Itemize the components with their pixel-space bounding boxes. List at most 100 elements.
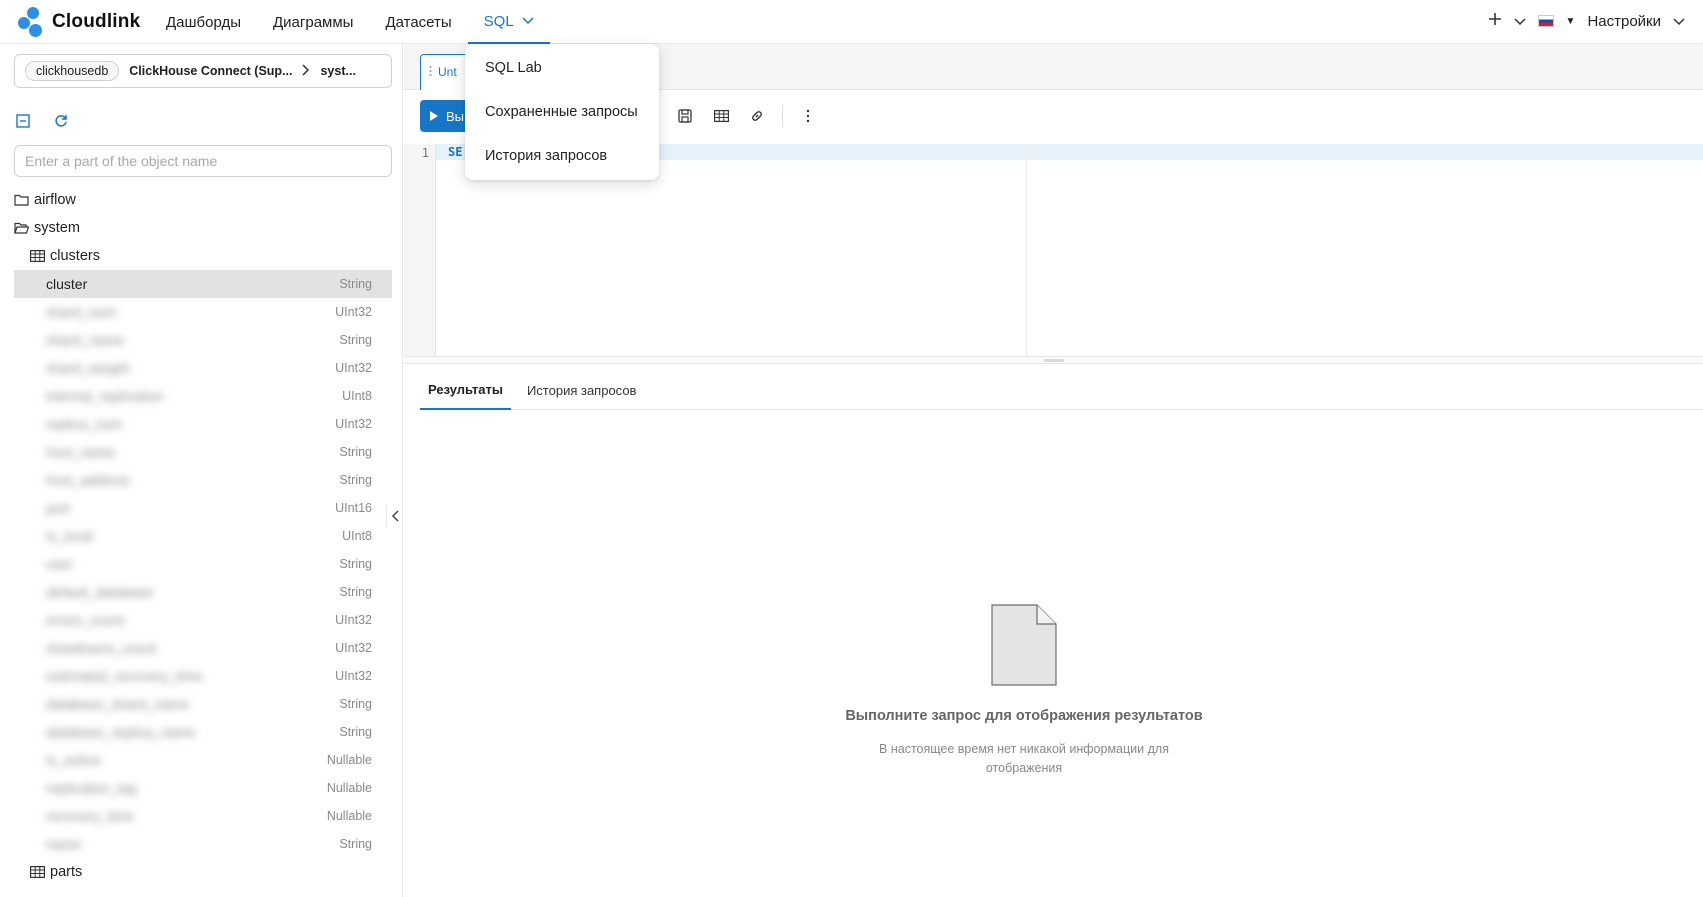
column-name: is_local bbox=[46, 528, 93, 544]
column-row[interactable]: host_address String bbox=[14, 466, 392, 494]
tab-query-history-label: История запросов bbox=[526, 382, 637, 398]
column-type: String bbox=[339, 445, 372, 459]
nav-datasets-label: Датасеты bbox=[385, 13, 452, 31]
column-type: String bbox=[339, 277, 372, 291]
column-row[interactable]: default_database String bbox=[14, 578, 392, 606]
empty-description: В настоящее время нет никакой информации… bbox=[879, 742, 1169, 775]
column-name: database_shard_name bbox=[46, 696, 190, 712]
column-name: recovery_time bbox=[46, 808, 134, 824]
tree-item-label: clusters bbox=[50, 248, 100, 264]
column-type: String bbox=[339, 473, 372, 487]
nav-datasets[interactable]: Датасеты bbox=[369, 0, 467, 44]
column-row[interactable]: database_replica_name String bbox=[14, 718, 392, 746]
brand-logo[interactable]: Cloudlink bbox=[18, 4, 140, 40]
column-name: replication_lag bbox=[46, 780, 137, 796]
caret-down-icon[interactable]: ▼ bbox=[1566, 16, 1576, 27]
schema-tree: airflow system clusters cluster String sh… bbox=[14, 186, 392, 886]
column-row[interactable]: cluster String bbox=[14, 270, 392, 298]
settings-menu[interactable]: Настройки bbox=[1587, 13, 1661, 30]
column-row[interactable]: internal_replication UInt8 bbox=[14, 382, 392, 410]
column-row[interactable]: database_shard_name String bbox=[14, 690, 392, 718]
editor-results-splitter[interactable] bbox=[404, 356, 1703, 364]
tab-query-history[interactable]: История запросов bbox=[519, 370, 645, 410]
cloudlink-logo-icon bbox=[18, 7, 46, 37]
refresh-icon[interactable] bbox=[52, 112, 70, 130]
chevron-left-icon bbox=[391, 510, 399, 522]
tree-item-system[interactable]: system bbox=[14, 214, 392, 242]
column-row[interactable]: port UInt16 bbox=[14, 494, 392, 522]
column-name: shard_num bbox=[46, 304, 117, 320]
tab-results-label: Результаты bbox=[428, 381, 503, 397]
tree-item-airflow[interactable]: airflow bbox=[14, 186, 392, 214]
tree-item-clusters[interactable]: clusters bbox=[14, 242, 392, 270]
column-name: default_database bbox=[46, 584, 154, 600]
column-row[interactable]: shard_weight UInt32 bbox=[14, 354, 392, 382]
results-tabs: Результаты История запросов bbox=[420, 370, 1703, 410]
database-selector[interactable]: clickhousedb ClickHouse Connect (Sup... … bbox=[14, 54, 392, 88]
tab-results[interactable]: Результаты bbox=[420, 370, 511, 410]
object-search-input[interactable] bbox=[14, 145, 392, 177]
folder-icon bbox=[14, 194, 30, 206]
column-name: is_active bbox=[46, 752, 101, 768]
sidebar-tools bbox=[14, 112, 70, 130]
add-icon[interactable] bbox=[1488, 12, 1502, 30]
empty-results-state: Выполните запрос для отображения результ… bbox=[804, 604, 1244, 778]
column-name: host_name bbox=[46, 444, 116, 460]
chevron-down-icon bbox=[522, 14, 534, 28]
column-row[interactable]: replica_num UInt32 bbox=[14, 410, 392, 438]
chevron-down-icon[interactable] bbox=[1514, 13, 1526, 30]
menu-item-saved-queries[interactable]: Сохраненные запросы bbox=[465, 90, 659, 134]
link-icon[interactable] bbox=[746, 105, 768, 127]
column-name: port bbox=[46, 500, 71, 516]
table-icon[interactable] bbox=[710, 105, 732, 127]
nav-charts[interactable]: Диаграммы bbox=[257, 0, 369, 44]
column-row[interactable]: errors_count UInt32 bbox=[14, 606, 392, 634]
tree-item-label: airflow bbox=[34, 192, 76, 208]
column-row[interactable]: estimated_recovery_time UInt32 bbox=[14, 662, 392, 690]
russian-flag-icon[interactable] bbox=[1537, 15, 1554, 27]
column-type: UInt32 bbox=[335, 641, 372, 655]
column-type: String bbox=[339, 697, 372, 711]
column-row[interactable]: is_active Nullable bbox=[14, 746, 392, 774]
column-row[interactable]: name String bbox=[14, 830, 392, 858]
collapse-sidebar-button[interactable] bbox=[386, 505, 402, 527]
column-row[interactable]: host_name String bbox=[14, 438, 392, 466]
more-options-icon[interactable] bbox=[797, 105, 819, 127]
column-type: UInt32 bbox=[335, 361, 372, 375]
column-name: errors_count bbox=[46, 612, 125, 628]
save-icon[interactable] bbox=[674, 105, 696, 127]
column-type: Nullable bbox=[326, 781, 372, 795]
empty-document-icon bbox=[991, 604, 1057, 686]
column-type: String bbox=[339, 837, 372, 851]
empty-title: Выполните запрос для отображения результ… bbox=[845, 708, 1203, 724]
collapse-all-icon[interactable] bbox=[14, 112, 32, 130]
menu-item-query-history[interactable]: История запросов bbox=[465, 134, 659, 178]
column-type: String bbox=[339, 725, 372, 739]
column-row[interactable]: user String bbox=[14, 550, 392, 578]
column-name: database_replica_name bbox=[46, 724, 196, 740]
column-row[interactable]: is_local UInt8 bbox=[14, 522, 392, 550]
column-row[interactable]: recovery_time Nullable bbox=[14, 802, 392, 830]
column-type: Nullable bbox=[326, 809, 372, 823]
menu-item-label: SQL Lab bbox=[485, 60, 542, 76]
chevron-down-icon[interactable] bbox=[1673, 13, 1685, 30]
nav-sql[interactable]: SQL bbox=[467, 0, 550, 44]
splitter-grip[interactable] bbox=[1044, 359, 1064, 362]
drag-handle-icon[interactable] bbox=[429, 65, 432, 80]
column-row[interactable]: shard_name String bbox=[14, 326, 392, 354]
column-row[interactable]: shard_num UInt32 bbox=[14, 298, 392, 326]
column-type: UInt32 bbox=[335, 613, 372, 627]
line-gutter: 1 bbox=[404, 144, 436, 356]
schema-sidebar: clickhousedb ClickHouse Connect (Sup... … bbox=[0, 44, 403, 897]
nav-dashboards[interactable]: Дашборды bbox=[150, 0, 257, 44]
column-type: Nullable bbox=[326, 753, 372, 767]
column-name: cluster bbox=[46, 276, 88, 292]
column-row[interactable]: replication_lag Nullable bbox=[14, 774, 392, 802]
query-tab-label: Unt bbox=[438, 65, 457, 79]
column-row[interactable]: slowdowns_count UInt32 bbox=[14, 634, 392, 662]
main-nav: Дашборды Диаграммы Датасеты SQL bbox=[150, 0, 550, 44]
column-type: String bbox=[339, 333, 372, 347]
tree-item-parts[interactable]: parts bbox=[14, 858, 392, 886]
menu-item-sql-lab[interactable]: SQL Lab bbox=[465, 46, 659, 90]
column-type: UInt32 bbox=[335, 417, 372, 431]
